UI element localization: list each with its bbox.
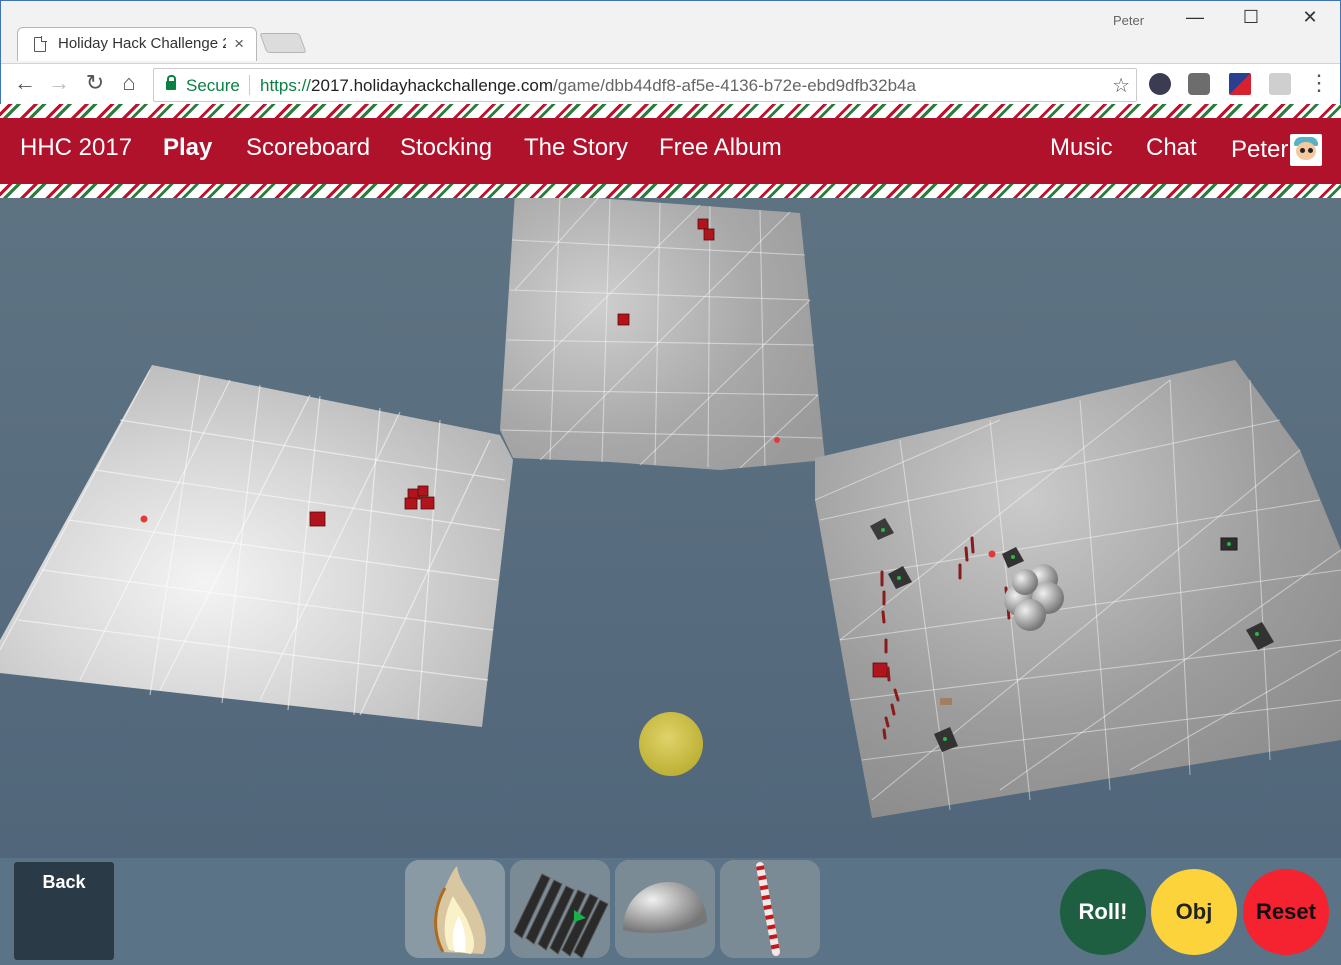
- snow-tile-right: [814, 360, 1341, 818]
- reset-button[interactable]: Reset: [1243, 869, 1329, 955]
- candy-stripe-top: [0, 104, 1341, 118]
- nav-free-album[interactable]: Free Album: [659, 134, 782, 162]
- snow-tile-left: [0, 365, 513, 727]
- candy-cane-tool-button[interactable]: [720, 860, 820, 958]
- close-window-icon[interactable]: ✕: [1298, 7, 1322, 28]
- extension-flag-icon[interactable]: [1229, 73, 1251, 95]
- extension-shield-icon[interactable]: [1188, 73, 1210, 95]
- extension-css-icon[interactable]: [1269, 73, 1291, 95]
- home-icon[interactable]: ⌂: [115, 70, 143, 96]
- dome-icon: [615, 860, 715, 958]
- conveyor-tool-button[interactable]: [510, 860, 610, 958]
- address-bar[interactable]: Secure https://2017.holidayhackchallenge…: [153, 68, 1137, 102]
- site-nav: HHC 2017 Play Scoreboard Stocking The St…: [0, 118, 1341, 184]
- security-label: Secure: [186, 76, 240, 95]
- avatar[interactable]: [1290, 134, 1322, 166]
- maximize-icon[interactable]: ☐: [1239, 7, 1263, 28]
- game-scene[interactable]: [0, 198, 1341, 858]
- candy-cane-icon: [720, 860, 820, 958]
- menu-icon[interactable]: ⋮: [1305, 70, 1333, 96]
- url-text[interactable]: https://2017.holidayhackchallenge.com/ga…: [260, 76, 916, 96]
- back-button[interactable]: Back: [14, 862, 114, 960]
- game-viewport[interactable]: [0, 198, 1341, 858]
- reload-icon[interactable]: ↻: [81, 70, 109, 96]
- browser-window: Holiday Hack Challenge 2017 × Peter — ☐ …: [0, 0, 1341, 105]
- dome-tool-button[interactable]: [615, 860, 715, 958]
- tab-title: Holiday Hack Challenge 2017: [58, 35, 226, 52]
- separator: [249, 75, 250, 95]
- page-icon: [34, 36, 47, 52]
- nav-user-name[interactable]: Peter: [1231, 136, 1288, 164]
- fire-tool-button[interactable]: [405, 860, 505, 958]
- fire-icon: [405, 860, 505, 958]
- browser-toolbar: ← → ↻ ⌂ Secure https://2017.holidayhackc…: [1, 63, 1340, 105]
- obj-button[interactable]: Obj: [1151, 869, 1237, 955]
- url-scheme: https://: [260, 76, 312, 95]
- snow-tile-middle: [500, 198, 825, 470]
- nav-the-story[interactable]: The Story: [524, 134, 628, 162]
- rolling-ball[interactable]: [639, 712, 703, 776]
- nav-scoreboard[interactable]: Scoreboard: [246, 134, 370, 162]
- back-arrow-icon[interactable]: ←: [11, 70, 39, 96]
- candy-stripe-bottom: [0, 184, 1341, 198]
- lock-icon: [166, 75, 176, 90]
- forward-arrow-icon[interactable]: →: [45, 70, 73, 96]
- brand-link[interactable]: HHC 2017: [20, 134, 132, 162]
- url-path: /game/dbb44df8-af5e-4136-b72e-ebd9dfb32b…: [552, 76, 916, 95]
- goal-marker: [140, 515, 148, 523]
- nav-play[interactable]: Play: [163, 134, 212, 162]
- url-host: 2017.holidayhackchallenge.com: [311, 76, 553, 95]
- star-icon[interactable]: ☆: [1112, 73, 1130, 98]
- browser-tab[interactable]: Holiday Hack Challenge 2017 ×: [17, 27, 257, 61]
- extension-lock-icon[interactable]: [1149, 73, 1171, 95]
- goal-marker: [774, 437, 780, 443]
- roll-button[interactable]: Roll!: [1060, 869, 1146, 955]
- nav-chat[interactable]: Chat: [1146, 134, 1197, 162]
- tab-close-icon[interactable]: ×: [234, 34, 244, 54]
- minimize-icon[interactable]: —: [1183, 7, 1207, 28]
- nav-stocking[interactable]: Stocking: [400, 134, 492, 162]
- nav-music[interactable]: Music: [1050, 134, 1113, 162]
- new-tab-button[interactable]: [259, 33, 307, 53]
- goal-marker: [988, 550, 996, 558]
- tab-strip: Holiday Hack Challenge 2017 × Peter — ☐ …: [1, 1, 1340, 63]
- conveyor-icon: [510, 860, 610, 958]
- window-user-label[interactable]: Peter: [1113, 13, 1144, 28]
